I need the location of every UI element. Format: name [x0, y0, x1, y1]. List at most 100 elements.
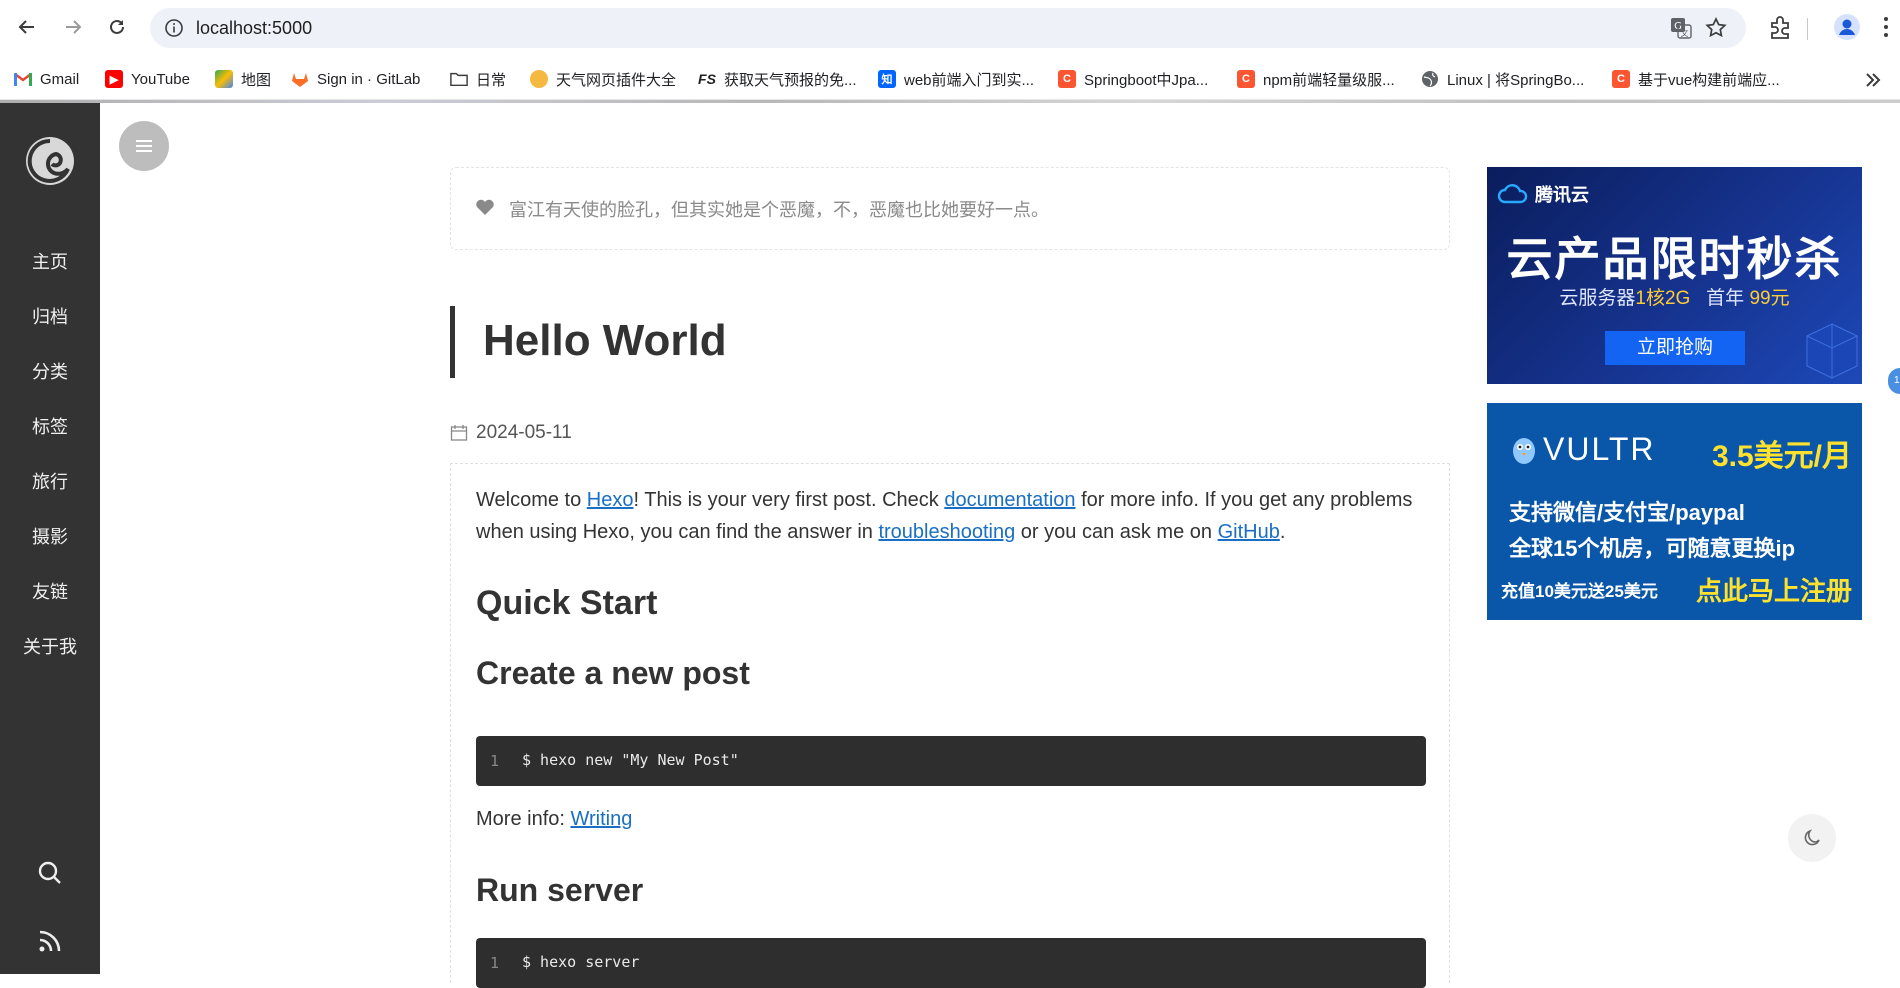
troubleshooting-link[interactable]: troubleshooting [878, 521, 1015, 543]
csdn-icon: C [1612, 70, 1630, 88]
intro-text: . [1279, 521, 1286, 543]
sidebar-item-home[interactable]: 主页 [0, 235, 100, 290]
maps-icon [215, 70, 233, 88]
profile-avatar[interactable] [1834, 14, 1860, 40]
vultr-line-datacenters: 全球15个机房，可随意更换ip [1509, 536, 1796, 561]
bookmark-youtube[interactable]: ▶ YouTube [105, 66, 190, 92]
code-block: 1 $ hexo server [476, 938, 1426, 988]
heart-icon [476, 199, 494, 215]
vultr-brand: VULTR [1543, 431, 1656, 467]
header-banner-strip [0, 100, 1900, 103]
sidebar-item-categories[interactable]: 分类 [0, 345, 100, 400]
ad-brand-text: 腾讯云 [1535, 185, 1589, 205]
post-title-block: Hello World [450, 306, 727, 378]
site-logo-icon[interactable] [24, 135, 76, 187]
bookmark-star-icon[interactable] [1704, 16, 1728, 40]
gitlab-icon [291, 70, 309, 88]
ad-sub-price: 99元 [1749, 288, 1790, 309]
translate-icon[interactable]: G文 [1670, 17, 1692, 39]
post-title: Hello World [483, 316, 727, 365]
bookmark-maps[interactable]: 地图 [215, 66, 271, 92]
bookmark-label: YouTube [131, 70, 190, 88]
buy-now-button[interactable]: 立即抢购 [1605, 331, 1745, 365]
bookmark-label: Sign in · GitLab [317, 70, 421, 88]
toggle-sidebar-button[interactable] [119, 121, 169, 171]
vultr-line-promo: 充值10美元送25美元 [1501, 582, 1658, 601]
code-line-number: 1 [490, 954, 500, 972]
code-text: $ hexo new "My New Post" [522, 751, 739, 769]
vultr-line-payment: 支持微信/支付宝/paypal [1509, 500, 1745, 525]
ad-headline: 云产品限时秒杀 [1506, 233, 1843, 285]
vultr-ad[interactable]: VULTR 3.5美元/月 支持微信/支付宝/paypal 全球15个机房，可随… [1487, 403, 1862, 620]
gmail-icon [14, 70, 32, 88]
sidebar-menu: 主页 归档 分类 标签 旅行 摄影 友链 关于我 [0, 235, 100, 675]
more-info-paragraph: More info: Writing [476, 808, 632, 831]
tencent-cloud-ad[interactable]: 腾讯云 云产品限时秒杀 云服务器1核2G 首年 99元 立即抢购 [1487, 167, 1862, 384]
address-bar[interactable]: localhost:5000 G文 [150, 8, 1746, 48]
bookmark-linux[interactable]: Linux | 将SpringBo... [1421, 66, 1584, 92]
csdn-icon: C [1058, 70, 1076, 88]
bookmark-gitlab[interactable]: Sign in · GitLab [291, 66, 420, 92]
bookmark-label: web前端入门到实... [904, 71, 1035, 89]
youtube-icon: ▶ [105, 70, 123, 88]
vultr-logo: VULTR [1511, 431, 1656, 468]
csdn-icon: C [1237, 70, 1255, 88]
vultr-register-link[interactable]: 点此马上注册 [1696, 571, 1852, 608]
tencent-cloud-brand: 腾讯云 [1497, 181, 1589, 207]
dark-mode-button[interactable] [1788, 814, 1836, 862]
writing-link[interactable]: Writing [570, 808, 632, 830]
back-button[interactable] [12, 12, 42, 42]
sidebar-item-about[interactable]: 关于我 [0, 620, 100, 675]
sidebar-item-archive[interactable]: 归档 [0, 290, 100, 345]
motto-text: 富江有天使的脸孔，但其实她是个恶魔，不，恶魔也比她要好一点。 [509, 200, 1049, 220]
bookmark-label: 地图 [241, 71, 272, 89]
info-icon[interactable] [164, 18, 184, 38]
chevron-double-right-icon[interactable] [1864, 70, 1882, 90]
search-icon[interactable] [36, 859, 64, 887]
ad-sub-text: 云服务器 [1559, 288, 1636, 309]
post-content: Welcome to Hexo! This is your very first… [450, 463, 1450, 988]
extensions-icon[interactable] [1766, 14, 1794, 42]
calendar-icon [450, 425, 468, 441]
zhihu-icon: 知 [878, 70, 896, 88]
code-text: $ hexo server [522, 953, 640, 971]
bookmark-weather-api[interactable]: FS 获取天气预报的免... [698, 66, 856, 92]
arrow-right-icon [66, 20, 82, 34]
github-link[interactable]: GitHub [1218, 521, 1280, 543]
bookmark-csdn-jpa[interactable]: C Springboot中Jpa... [1058, 66, 1208, 92]
bookmark-label: 日常 [476, 71, 507, 89]
bookmark-label: Springboot中Jpa... [1084, 71, 1209, 89]
moon-icon [1804, 829, 1820, 846]
intro-paragraph: Welcome to Hexo! This is your very first… [476, 484, 1426, 548]
globe-icon [1421, 70, 1439, 88]
rss-icon[interactable] [38, 929, 62, 953]
bookmark-gmail[interactable]: Gmail [14, 66, 79, 92]
bookmark-zhihu[interactable]: 知 web前端入门到实... [878, 66, 1034, 92]
sidebar-item-travel[interactable]: 旅行 [0, 455, 100, 510]
sidebar-item-links[interactable]: 友链 [0, 565, 100, 620]
bookmark-label: Linux | 将SpringBo... [1447, 71, 1585, 89]
bird-icon [1513, 437, 1535, 464]
motto-card: 富江有天使的脸孔，但其实她是个恶魔，不，恶魔也比她要好一点。 [450, 167, 1450, 250]
hexo-link[interactable]: Hexo [587, 489, 634, 511]
sidebar-item-photography[interactable]: 摄影 [0, 510, 100, 565]
heading-run-server: Run server [476, 872, 644, 908]
bookmark-folder-daily[interactable]: 日常 [450, 66, 506, 92]
ad-sub-text: 首年 [1706, 288, 1745, 309]
more-menu-icon[interactable] [1882, 14, 1890, 40]
documentation-link[interactable]: documentation [944, 489, 1075, 511]
bookmark-csdn-npm[interactable]: C npm前端轻量级服... [1237, 66, 1395, 92]
intro-text: ! This is your very first post. Check [633, 489, 945, 511]
edge-floating-badge[interactable]: 1 [1888, 368, 1900, 394]
bookmark-label: Gmail [40, 70, 80, 88]
forward-button[interactable] [58, 12, 88, 42]
url-text[interactable]: localhost:5000 [196, 18, 312, 39]
bookmark-csdn-vue[interactable]: C 基于vue构建前端应... [1612, 66, 1780, 92]
reload-button[interactable] [102, 12, 132, 42]
bookmark-weather[interactable]: 天气网页插件大全 [530, 66, 676, 92]
cloud-icon [1497, 184, 1528, 204]
intro-text: Welcome to [476, 489, 587, 511]
post-meta: 2024-05-11 [450, 421, 572, 445]
bookmark-label: npm前端轻量级服... [1263, 71, 1395, 89]
sidebar-item-tags[interactable]: 标签 [0, 400, 100, 455]
